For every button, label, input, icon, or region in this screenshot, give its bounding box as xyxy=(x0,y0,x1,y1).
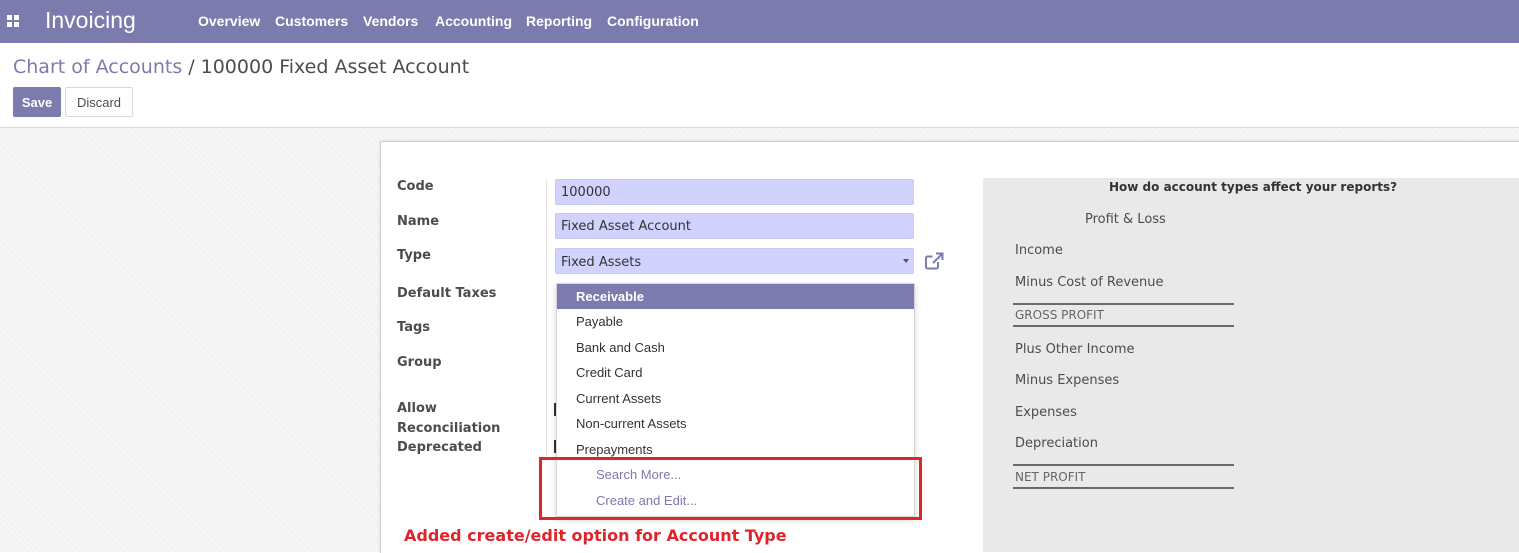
help-item-other-income: Plus Other Income xyxy=(1015,342,1135,357)
help-item-cost-of-revenue: Minus Cost of Revenue xyxy=(1015,275,1164,290)
menu-customers[interactable]: Customers xyxy=(275,13,348,29)
help-title: How do account types affect your reports… xyxy=(1109,180,1398,194)
dropdown-item-receivable[interactable]: Receivable xyxy=(557,284,914,309)
menu-accounting[interactable]: Accounting xyxy=(435,13,512,29)
app-title[interactable]: Invoicing xyxy=(45,7,136,34)
menu-overview[interactable]: Overview xyxy=(198,13,260,29)
name-input[interactable]: Fixed Asset Account xyxy=(555,213,914,239)
discard-button[interactable]: Discard xyxy=(65,87,133,117)
dropdown-item-non-current-assets[interactable]: Non-current Assets xyxy=(557,411,914,436)
label-default-taxes: Default Taxes xyxy=(397,286,497,301)
label-name: Name xyxy=(397,214,440,229)
type-select-value: Fixed Assets xyxy=(561,255,642,270)
dropdown-item-credit-card[interactable]: Credit Card xyxy=(557,360,914,385)
breadcrumb-chart-of-accounts[interactable]: Chart of Accounts xyxy=(13,56,182,78)
menu-reporting[interactable]: Reporting xyxy=(526,13,592,29)
field-column-border xyxy=(546,179,547,459)
label-group: Group xyxy=(397,355,442,370)
breadcrumb-current: 100000 Fixed Asset Account xyxy=(200,56,470,78)
label-type: Type xyxy=(397,248,431,263)
label-reconciliation: Reconciliation xyxy=(397,421,501,436)
help-total-net-profit: NET PROFIT xyxy=(1015,470,1086,484)
dropdown-item-bank-and-cash[interactable]: Bank and Cash xyxy=(557,335,914,360)
label-allow: Allow xyxy=(397,401,437,416)
label-code: Code xyxy=(397,179,434,194)
help-item-depreciation: Depreciation xyxy=(1015,436,1098,451)
type-select[interactable]: Fixed Assets xyxy=(555,248,914,274)
help-section-profit-loss: Profit & Loss xyxy=(1085,212,1166,227)
dropdown-item-current-assets[interactable]: Current Assets xyxy=(557,386,914,411)
highlight-box xyxy=(539,457,922,520)
label-deprecated: Deprecated xyxy=(397,440,482,455)
help-panel xyxy=(983,178,1519,552)
dropdown-item-payable[interactable]: Payable xyxy=(557,309,914,334)
apps-grid-icon[interactable] xyxy=(7,15,19,27)
external-link-icon[interactable] xyxy=(925,252,945,270)
save-button[interactable]: Save xyxy=(13,87,61,117)
help-total-gross-profit: GROSS PROFIT xyxy=(1015,308,1104,322)
help-item-income: Income xyxy=(1015,243,1063,258)
label-tags: Tags xyxy=(397,320,431,335)
help-rule xyxy=(1013,464,1234,466)
top-navbar: Invoicing Overview Customers Vendors Acc… xyxy=(0,0,1519,43)
menu-vendors[interactable]: Vendors xyxy=(363,13,418,29)
help-rule xyxy=(1013,303,1234,305)
code-input[interactable]: 100000 xyxy=(555,179,914,205)
breadcrumb: Chart of Accounts /100000 Fixed Asset Acc… xyxy=(13,56,469,78)
help-item-minus-expenses: Minus Expenses xyxy=(1015,373,1120,388)
help-rule xyxy=(1013,487,1234,489)
caret-down-icon xyxy=(903,259,909,263)
annotation-text: Added create/edit option for Account Typ… xyxy=(404,526,787,545)
help-rule xyxy=(1013,325,1234,327)
breadcrumb-separator: / xyxy=(188,56,195,78)
help-item-expenses: Expenses xyxy=(1015,405,1077,420)
menu-configuration[interactable]: Configuration xyxy=(607,13,699,29)
